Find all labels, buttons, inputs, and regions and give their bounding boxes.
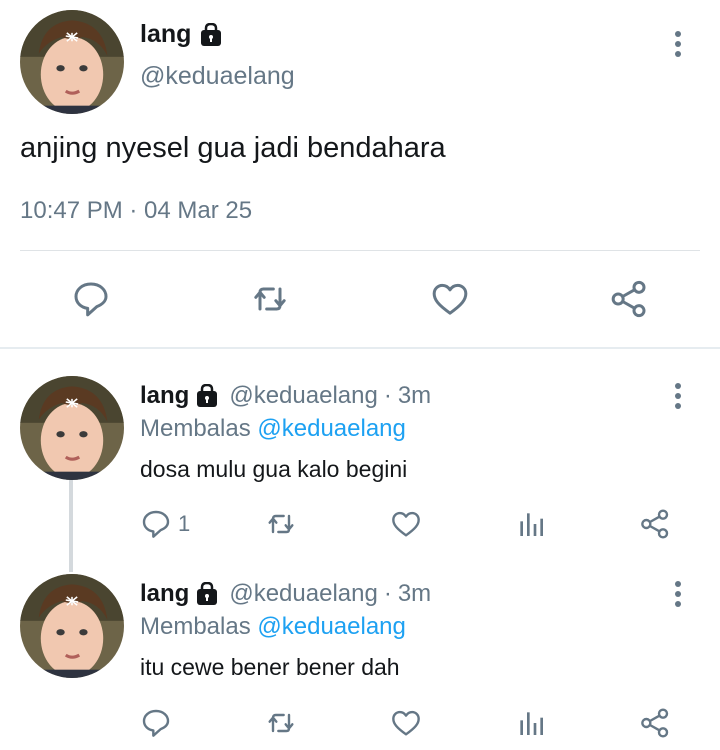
reply-age: 3m (397, 382, 432, 409)
retweet-icon (265, 508, 297, 540)
reply-icon (140, 707, 172, 739)
analytics-icon (515, 707, 547, 739)
like-icon (390, 707, 422, 739)
reply-text: dosa mulu gua kalo begini (140, 456, 408, 482)
retweet-icon (250, 279, 290, 319)
reply-icon (140, 508, 172, 540)
section-divider (0, 347, 720, 349)
share-button[interactable] (639, 507, 671, 541)
separator: · (383, 382, 392, 409)
replying-to: Membalas @keduaelang (140, 613, 406, 641)
tweet-text: anjing nyesel gua jadi bendahara (20, 132, 446, 164)
share-icon (639, 707, 671, 739)
reply-age: 3m (397, 580, 432, 607)
reply-count: 1 (178, 511, 191, 536)
reply-author-handle[interactable]: @keduaelang (229, 382, 377, 410)
reply-icon (71, 279, 111, 319)
reply-button[interactable]: 1 (140, 507, 190, 541)
replying-to-prefix: Membalas (140, 415, 251, 442)
reply-header: lang @keduaelang · 3m (140, 382, 431, 410)
lock-icon (195, 582, 219, 606)
like-icon (430, 279, 470, 319)
reply-header: lang @keduaelang · 3m (140, 580, 431, 608)
replying-to-mention[interactable]: @keduaelang (257, 613, 405, 640)
like-button[interactable] (390, 507, 422, 541)
reply-author-handle[interactable]: @keduaelang (229, 580, 377, 608)
share-button[interactable] (639, 706, 671, 740)
more-options-icon[interactable] (668, 577, 688, 611)
author-handle[interactable]: @keduaelang (140, 62, 295, 91)
reply-author-name[interactable]: lang (140, 580, 189, 608)
reply-button[interactable] (69, 277, 113, 321)
author-name-text: lang (140, 20, 192, 48)
analytics-button[interactable] (515, 706, 547, 740)
lock-icon (195, 384, 219, 408)
retweet-button[interactable] (265, 706, 297, 740)
replying-to-prefix: Membalas (140, 613, 251, 640)
share-button[interactable] (607, 277, 651, 321)
like-icon (390, 508, 422, 540)
replying-to: Membalas @keduaelang (140, 415, 406, 443)
like-button[interactable] (428, 277, 472, 321)
avatar[interactable] (20, 376, 124, 480)
reply-button[interactable] (140, 706, 178, 740)
lock-icon (199, 23, 223, 47)
retweet-button[interactable] (265, 507, 297, 541)
share-icon (609, 279, 649, 319)
reply-author-name[interactable]: lang (140, 382, 189, 410)
more-options-icon[interactable] (668, 27, 688, 61)
like-button[interactable] (390, 706, 422, 740)
replying-to-mention[interactable]: @keduaelang (257, 415, 405, 442)
author-name[interactable]: lang (140, 20, 223, 49)
separator: · (383, 580, 392, 607)
reply-text: itu cewe bener bener dah (140, 654, 400, 680)
retweet-button[interactable] (248, 277, 292, 321)
analytics-icon (515, 508, 547, 540)
retweet-icon (265, 707, 297, 739)
avatar[interactable] (20, 10, 124, 114)
tweet-timestamp[interactable]: 10:47 PM · 04 Mar 25 (20, 197, 252, 225)
more-options-icon[interactable] (668, 379, 688, 413)
avatar[interactable] (20, 574, 124, 678)
share-icon (639, 508, 671, 540)
thread-connector (69, 478, 73, 572)
divider (20, 250, 700, 251)
analytics-button[interactable] (515, 507, 547, 541)
